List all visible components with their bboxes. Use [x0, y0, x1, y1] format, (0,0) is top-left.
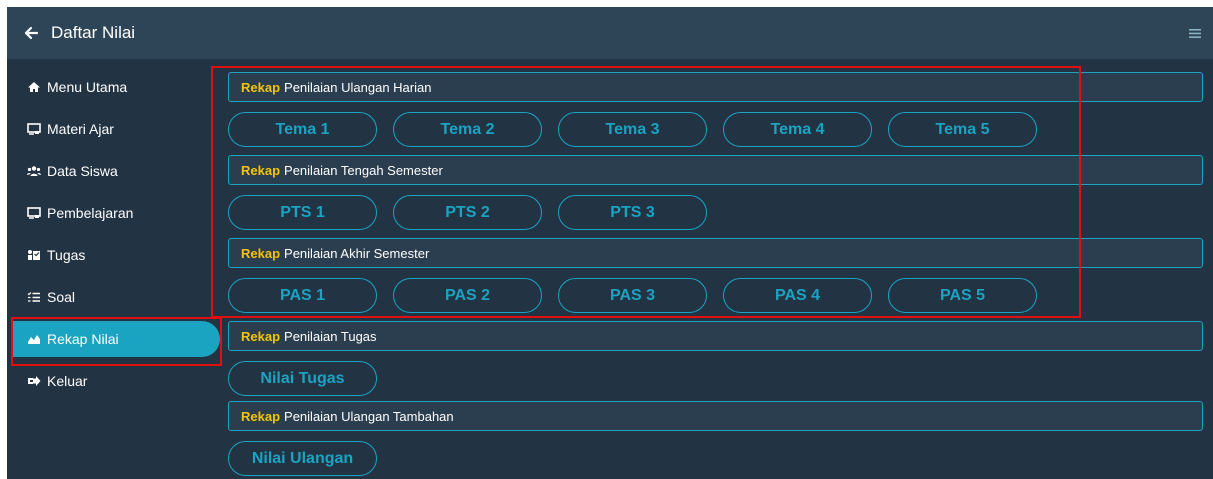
- sidebar-item-label: Keluar: [47, 373, 88, 389]
- nilai-tugas-button[interactable]: Nilai Tugas: [228, 361, 377, 396]
- tema-2-button[interactable]: Tema 2: [393, 112, 542, 147]
- section-title: Penilaian Akhir Semester: [284, 245, 430, 261]
- page-title: Daftar Nilai: [51, 23, 136, 42]
- section-title: Penilaian Tengah Semester: [284, 162, 443, 178]
- tema-5-button[interactable]: Tema 5: [888, 112, 1037, 147]
- pas-3-button[interactable]: PAS 3: [558, 278, 707, 313]
- section-header-ulangan-harian: Rekap Penilaian Ulangan Harian: [228, 72, 1203, 102]
- rekap-label: Rekap: [241, 79, 281, 95]
- rekap-label: Rekap: [241, 408, 281, 424]
- top-bar: Daftar Nilai: [7, 7, 1213, 59]
- hamburger-menu-icon[interactable]: [1189, 29, 1201, 38]
- chart-area-icon: [28, 335, 40, 344]
- sidebar-item-label: Tugas: [47, 247, 86, 263]
- section-header-tugas: Rekap Penilaian Tugas: [228, 321, 1203, 351]
- pas-5-button[interactable]: PAS 5: [888, 278, 1037, 313]
- sidebar-item-tugas[interactable]: Tugas: [11, 237, 220, 273]
- rekap-label: Rekap: [241, 245, 281, 261]
- rekap-label: Rekap: [241, 162, 281, 178]
- nilai-ulangan-button[interactable]: Nilai Ulangan: [228, 441, 377, 476]
- sidebar-item-label: Rekap Nilai: [47, 331, 119, 347]
- sign-out-icon: [28, 376, 41, 386]
- tema-3-button[interactable]: Tema 3: [558, 112, 707, 147]
- home-icon: [28, 82, 40, 92]
- sidebar-item-keluar[interactable]: Keluar: [11, 363, 220, 399]
- sidebar-item-soal[interactable]: Soal: [11, 279, 220, 315]
- sidebar-item-label: Soal: [47, 289, 76, 305]
- pas-2-button[interactable]: PAS 2: [393, 278, 542, 313]
- section-header-tengah-semester: Rekap Penilaian Tengah Semester: [228, 155, 1203, 185]
- arrow-left-icon[interactable]: [23, 25, 39, 41]
- pas-1-button[interactable]: PAS 1: [228, 278, 377, 313]
- sidebar-item-data-siswa[interactable]: Data Siswa: [11, 153, 220, 189]
- main-content: Rekap Penilaian Ulangan Harian Tema 1 Te…: [220, 59, 1213, 479]
- sidebar-item-label: Data Siswa: [47, 163, 118, 179]
- tema-4-button[interactable]: Tema 4: [723, 112, 872, 147]
- chalkboard-icon: [27, 123, 41, 135]
- sidebar-item-rekap-nilai[interactable]: Rekap Nilai: [11, 321, 220, 357]
- pas-4-button[interactable]: PAS 4: [723, 278, 872, 313]
- tema-1-button[interactable]: Tema 1: [228, 112, 377, 147]
- section-header-akhir-semester: Rekap Penilaian Akhir Semester: [228, 238, 1203, 268]
- pts-2-button[interactable]: PTS 2: [393, 195, 542, 230]
- list-icon: [27, 292, 40, 302]
- section-title: Penilaian Ulangan Tambahan: [284, 408, 454, 424]
- section-title: Penilaian Ulangan Harian: [284, 79, 432, 95]
- sidebar-item-menu-utama[interactable]: Menu Utama: [11, 69, 220, 105]
- tasks-icon: [28, 250, 40, 260]
- sidebar-item-pembelajaran[interactable]: Pembelajaran: [11, 195, 220, 231]
- pts-3-button[interactable]: PTS 3: [558, 195, 707, 230]
- chalkboard-icon: [27, 207, 41, 219]
- sidebar-item-label: Menu Utama: [47, 79, 128, 95]
- rekap-label: Rekap: [241, 328, 281, 344]
- app-window: Daftar Nilai Menu Utama Materi Ajar Data…: [7, 7, 1213, 479]
- users-icon: [27, 166, 41, 176]
- sidebar-item-label: Materi Ajar: [47, 121, 114, 137]
- sidebar-item-materi-ajar[interactable]: Materi Ajar: [11, 111, 220, 147]
- section-title: Penilaian Tugas: [284, 328, 377, 344]
- sidebar-item-label: Pembelajaran: [47, 205, 134, 221]
- section-header-ulangan-tambahan: Rekap Penilaian Ulangan Tambahan: [228, 401, 1203, 431]
- sidebar: Menu Utama Materi Ajar Data Siswa Pembel…: [7, 59, 220, 479]
- pts-1-button[interactable]: PTS 1: [228, 195, 377, 230]
